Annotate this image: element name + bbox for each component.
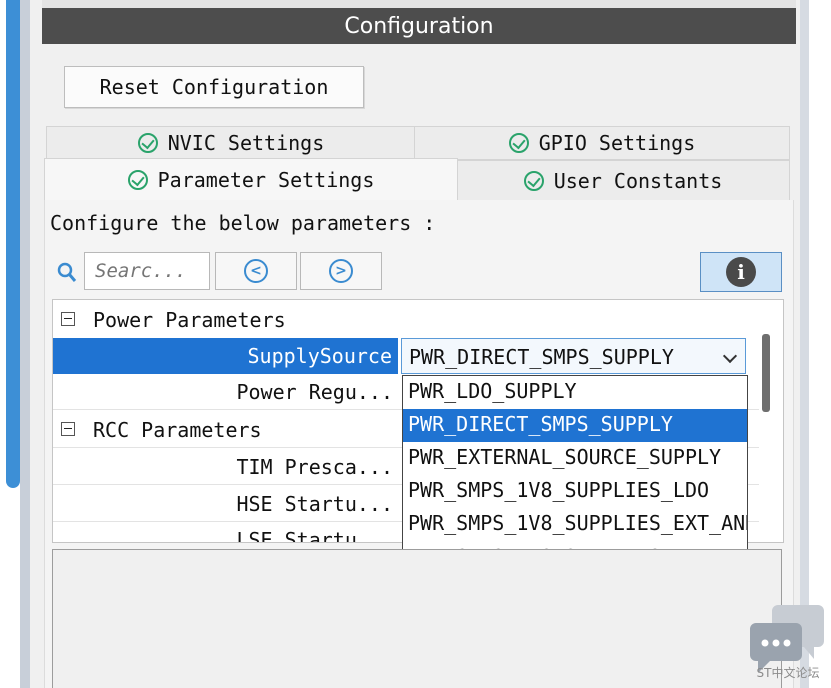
check-circle-icon xyxy=(127,170,148,190)
tree-scrollbar[interactable] xyxy=(762,334,770,412)
description-panel xyxy=(52,549,782,688)
watermark-text: ST中文论坛 xyxy=(756,666,820,680)
left-scrollbar[interactable] xyxy=(6,0,20,488)
param-name: HSE Startu... xyxy=(236,492,393,516)
selected-value: PWR_DIRECT_SMPS_SUPPLY xyxy=(409,345,674,369)
tab-gpio-settings[interactable]: GPIO Settings xyxy=(414,126,790,160)
supply-source-select[interactable]: PWR_DIRECT_SMPS_SUPPLY xyxy=(401,338,746,374)
tab-user-constants[interactable]: User Constants xyxy=(456,160,790,202)
tab-label: GPIO Settings xyxy=(538,131,696,155)
tab-parameter-settings[interactable]: Parameter Settings xyxy=(44,158,458,201)
next-match-button[interactable]: > xyxy=(300,252,382,290)
search-icon xyxy=(57,262,77,282)
dropdown-option[interactable]: PWR_SMPS_1V8_SUPPLIES_LDO xyxy=(403,475,747,508)
dropdown-option[interactable]: PWR_SMPS_1V8_SUPPLIES_EXT_AND_LDO xyxy=(403,508,747,541)
param-name: SupplySource xyxy=(247,344,393,368)
search-input[interactable] xyxy=(84,252,210,290)
chevron-down-icon[interactable] xyxy=(722,348,738,364)
group-power-parameters[interactable]: Power Parameters xyxy=(53,302,759,338)
right-frame xyxy=(800,0,809,688)
page-title: Configuration xyxy=(42,8,796,44)
chevron-left-icon: < xyxy=(244,259,268,283)
dropdown-option[interactable]: PWR_EXTERNAL_SOURCE_SUPPLY xyxy=(403,442,747,475)
info-button[interactable]: i xyxy=(700,252,782,292)
supply-source-dropdown[interactable]: PWR_LDO_SUPPLY PWR_DIRECT_SMPS_SUPPLY PW… xyxy=(402,375,748,577)
group-label: Power Parameters xyxy=(93,308,286,332)
instruction-label: Configure the below parameters : xyxy=(50,211,436,235)
check-circle-icon xyxy=(508,133,529,153)
reset-configuration-button[interactable]: Reset Configuration xyxy=(64,66,364,108)
left-frame xyxy=(20,0,30,688)
info-icon: i xyxy=(726,257,756,287)
tab-label: NVIC Settings xyxy=(167,131,325,155)
dropdown-option[interactable]: PWR_LDO_SUPPLY xyxy=(403,376,747,409)
param-name: TIM Presca... xyxy=(236,455,393,479)
tab-label: Parameter Settings xyxy=(157,168,375,192)
check-circle-icon xyxy=(137,133,158,153)
collapse-icon[interactable] xyxy=(61,312,75,326)
table-row[interactable]: SupplySource xyxy=(53,338,398,374)
collapse-icon[interactable] xyxy=(61,422,75,436)
top-strip xyxy=(42,0,796,8)
group-label: RCC Parameters xyxy=(93,418,262,442)
param-name: Power Regu... xyxy=(236,380,393,404)
tab-nvic-settings[interactable]: NVIC Settings xyxy=(46,126,416,160)
chevron-right-icon: > xyxy=(329,259,353,283)
tab-label: User Constants xyxy=(553,169,723,193)
previous-match-button[interactable]: < xyxy=(215,252,297,290)
dropdown-option[interactable]: PWR_DIRECT_SMPS_SUPPLY xyxy=(403,409,747,442)
check-circle-icon xyxy=(523,171,544,191)
param-name: LSE Startu... xyxy=(236,528,393,543)
